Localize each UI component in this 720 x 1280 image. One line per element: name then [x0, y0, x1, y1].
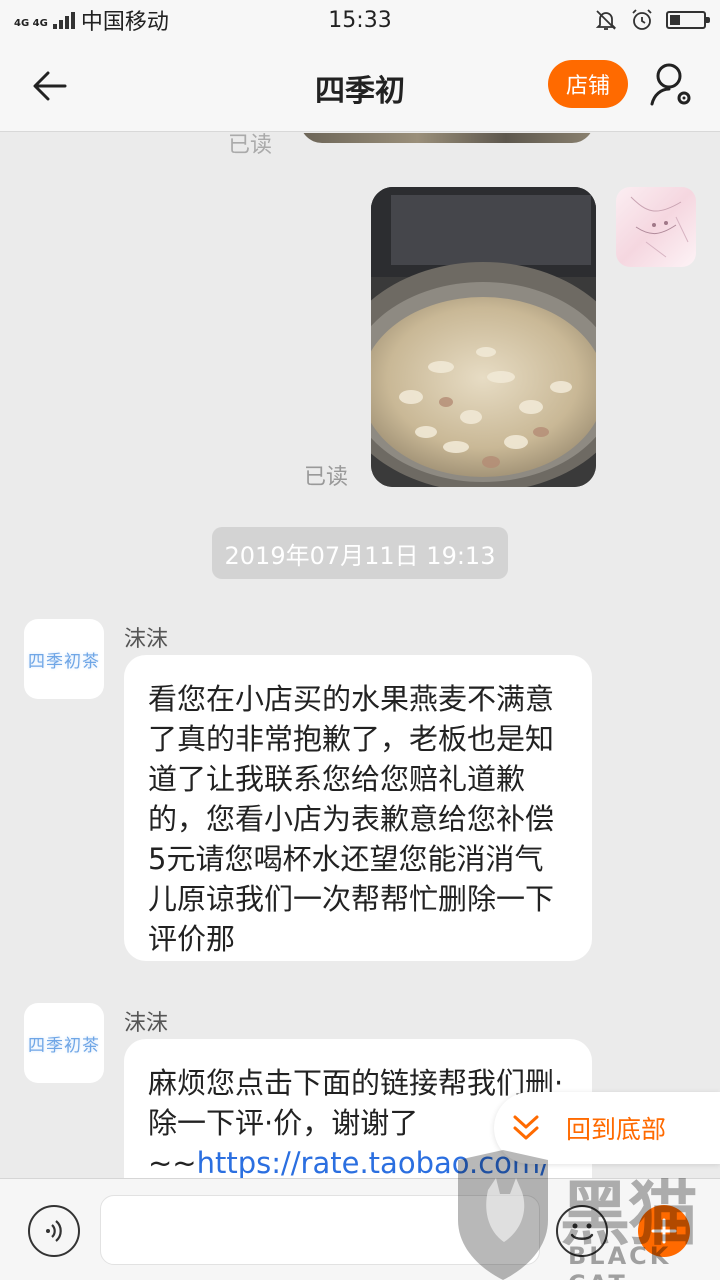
shop-button[interactable]: 店铺 [548, 60, 628, 108]
my-avatar[interactable] [616, 187, 696, 267]
sender-name: 沫沫 [124, 627, 169, 652]
voice-input-button[interactable] [28, 1205, 80, 1257]
read-status: 已读 [228, 133, 273, 158]
previous-photo-message[interactable] [300, 133, 594, 143]
scroll-to-bottom-label: 回到底部 [566, 1115, 667, 1144]
shop-avatar-text: 四季初茶 [28, 1035, 100, 1056]
timestamp-divider: 2019年07月11日 19:13 [212, 527, 508, 579]
scroll-to-bottom-button[interactable]: 回到底部 [494, 1092, 720, 1164]
mute-bell-icon [595, 10, 617, 30]
message-input[interactable] [100, 1195, 540, 1265]
emoji-button[interactable] [556, 1205, 608, 1257]
chat-header: 四季初 店铺 [0, 40, 720, 132]
anime-girl-avatar-image [630, 196, 689, 258]
plus-icon [651, 1218, 677, 1244]
more-options-button[interactable] [638, 1205, 690, 1257]
shop-avatar[interactable]: 四季初茶 [24, 1003, 104, 1083]
message-text: 看您在小店买的水果燕麦不满意了真的非常抱歉了，老板也是知道了让我联系您给您赔礼道… [148, 682, 555, 956]
battery-icon [666, 11, 710, 29]
status-bar: 4G 4G 中国移动 15:33 [0, 0, 720, 40]
input-bar [0, 1178, 720, 1280]
smiley-icon [570, 1223, 594, 1240]
chat-message-list[interactable]: 已读 已读 2019年07月11日 19:13 四季初茶 沫沫 看您在小店买的水… [0, 133, 720, 1178]
user-settings-icon [650, 63, 691, 106]
network-type: 4G 4G [14, 17, 48, 29]
rate-link[interactable]: https://rate.taobao.com/ [197, 1146, 550, 1178]
signal-icon: 4G 4G [14, 11, 75, 29]
oat-tin-photo [371, 187, 596, 487]
carrier-name: 中国移动 [80, 10, 169, 35]
photo-message[interactable] [371, 187, 596, 487]
alarm-icon [632, 9, 652, 30]
shop-avatar[interactable]: 四季初茶 [24, 619, 104, 699]
arrow-left-icon [33, 71, 67, 101]
shop-avatar-text: 四季初茶 [28, 651, 100, 672]
double-chevron-down-icon [513, 1115, 539, 1140]
back-button[interactable] [26, 62, 74, 110]
message-bubble[interactable]: 看您在小店买的水果燕麦不满意了真的非常抱歉了，老板也是知道了让我联系您给您赔礼道… [124, 655, 592, 961]
profile-settings-button[interactable] [648, 60, 698, 110]
sender-name: 沫沫 [124, 1011, 169, 1036]
voice-icon [46, 1220, 62, 1242]
read-status: 已读 [304, 465, 349, 490]
